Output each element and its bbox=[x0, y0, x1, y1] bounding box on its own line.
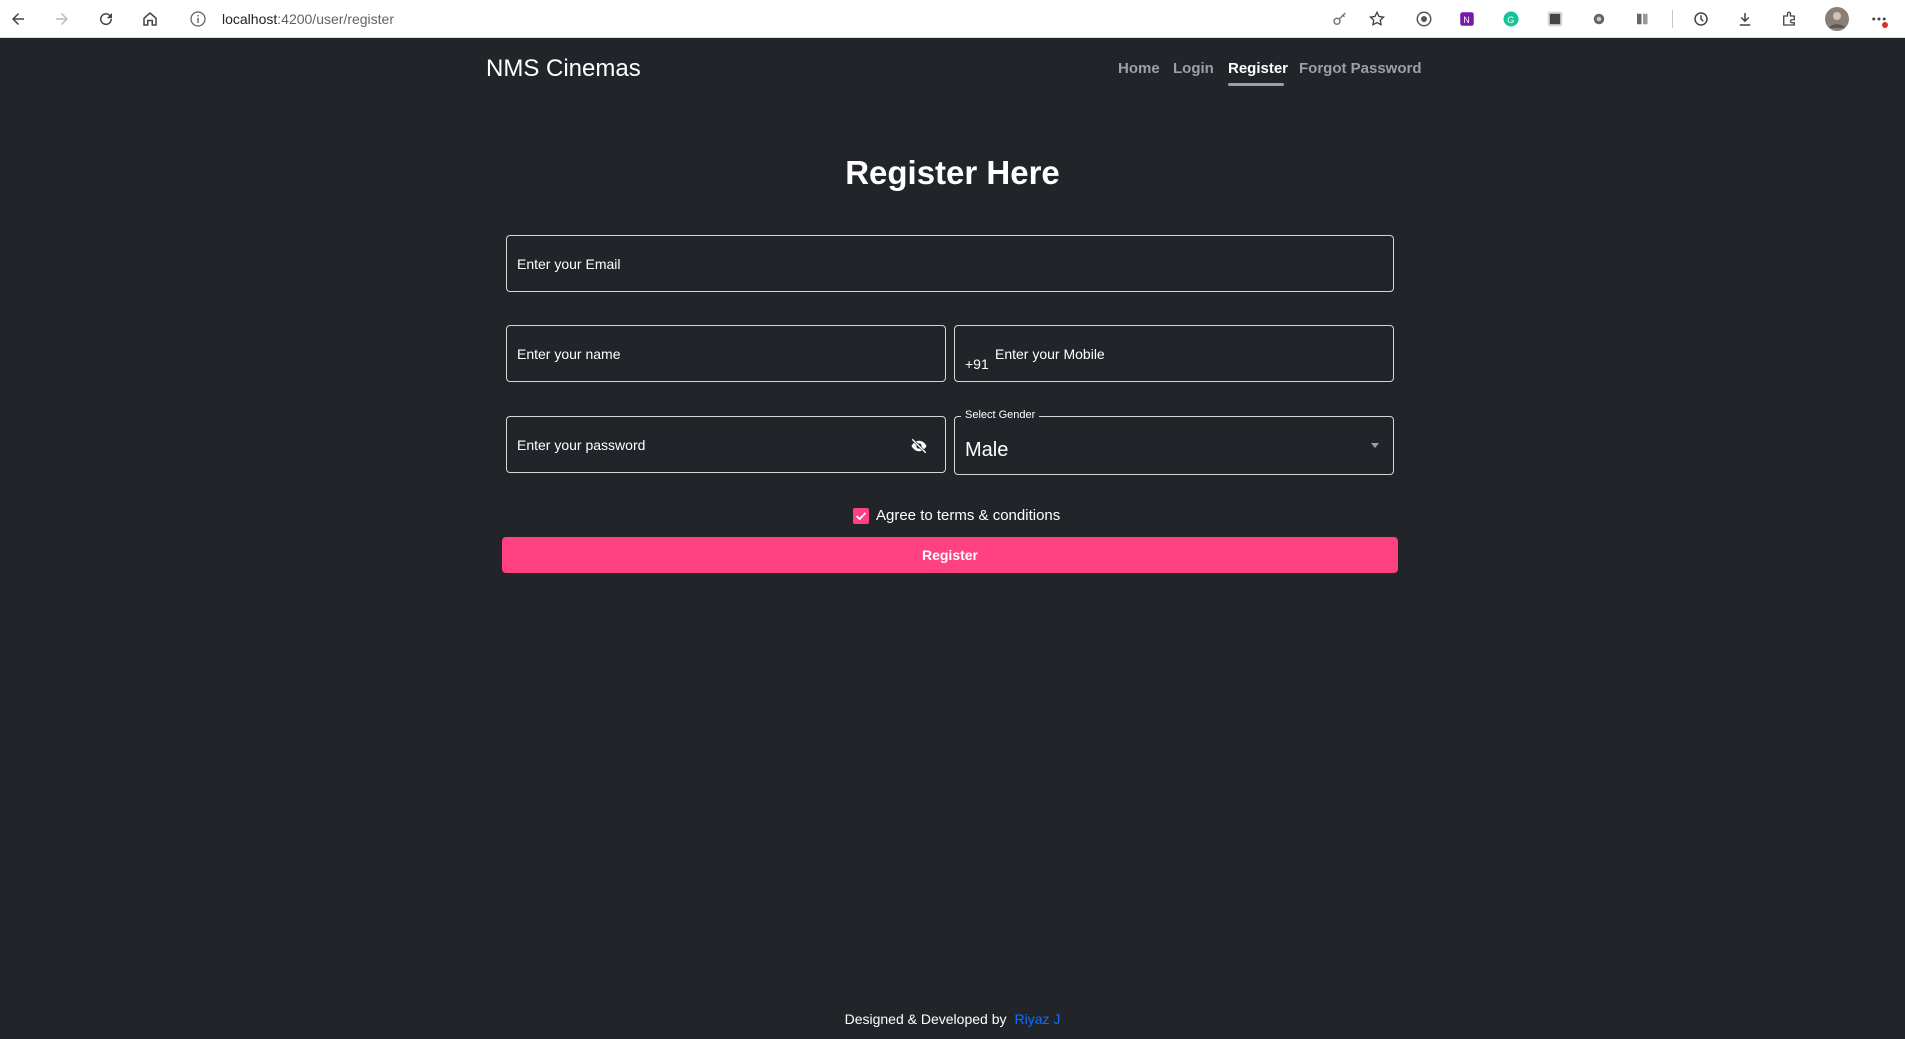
nav-home[interactable]: Home bbox=[1118, 60, 1160, 77]
more-menu-icon[interactable] bbox=[1868, 8, 1890, 30]
page-title: Register Here bbox=[845, 154, 1060, 191]
extensions-puzzle-icon[interactable] bbox=[1778, 8, 1800, 30]
terms-label[interactable]: Agree to terms & conditions bbox=[876, 507, 1060, 524]
svg-text:G: G bbox=[1507, 15, 1514, 25]
url-text: localhost:4200/user/register bbox=[222, 11, 394, 27]
history-icon[interactable] bbox=[1690, 8, 1712, 30]
terms-checkbox[interactable] bbox=[853, 508, 869, 524]
forward-icon[interactable] bbox=[49, 6, 75, 32]
nav-active-indicator bbox=[1228, 83, 1284, 86]
nav-login[interactable]: Login bbox=[1173, 60, 1214, 77]
password-key-icon[interactable] bbox=[1329, 8, 1351, 30]
browser-toolbar: localhost:4200/user/register N G bbox=[0, 0, 1905, 38]
site-info-icon[interactable] bbox=[190, 11, 206, 27]
mobile-input[interactable] bbox=[955, 326, 1393, 381]
reload-icon[interactable] bbox=[93, 6, 119, 32]
onenote-icon[interactable]: N bbox=[1456, 8, 1478, 30]
extension-badge-icon[interactable] bbox=[1632, 8, 1654, 30]
selenium-icon[interactable] bbox=[1544, 8, 1566, 30]
toolbar-divider bbox=[1672, 10, 1673, 28]
back-icon[interactable] bbox=[5, 6, 31, 32]
gender-label: Select Gender bbox=[961, 409, 1040, 421]
name-field-wrapper bbox=[506, 325, 946, 382]
email-input[interactable] bbox=[507, 236, 1393, 291]
gender-select[interactable]: Select Gender Male bbox=[954, 409, 1394, 475]
register-button[interactable]: Register bbox=[502, 537, 1398, 573]
author-link[interactable]: Riyaz J bbox=[1014, 1011, 1060, 1027]
password-field-wrapper bbox=[506, 416, 946, 473]
footer-text: Designed & Developed by bbox=[844, 1011, 1007, 1027]
address-bar[interactable]: localhost:4200/user/register bbox=[178, 4, 1398, 34]
footer: Designed & Developed by Riyaz J bbox=[0, 1011, 1905, 1027]
visibility-off-icon[interactable] bbox=[909, 437, 929, 455]
password-input[interactable] bbox=[507, 417, 945, 472]
download-icon[interactable] bbox=[1734, 8, 1756, 30]
nav-forgot-password[interactable]: Forgot Password bbox=[1299, 60, 1422, 77]
extension-dot-icon[interactable] bbox=[1588, 8, 1610, 30]
grammarly-icon[interactable]: G bbox=[1500, 8, 1522, 30]
brand-title[interactable]: NMS Cinemas bbox=[486, 55, 641, 83]
name-input[interactable] bbox=[507, 326, 945, 381]
checkmark-icon bbox=[856, 512, 867, 521]
svg-text:N: N bbox=[1463, 15, 1470, 25]
nav-register[interactable]: Register bbox=[1228, 60, 1288, 77]
mobile-field-wrapper: +91 bbox=[954, 325, 1394, 382]
email-field-wrapper bbox=[506, 235, 1394, 292]
profile-avatar[interactable] bbox=[1824, 6, 1850, 32]
gender-value: Male bbox=[965, 439, 1009, 461]
chevron-down-icon bbox=[1371, 443, 1379, 448]
extension-circle-icon[interactable] bbox=[1413, 8, 1435, 30]
bookmark-star-icon[interactable] bbox=[1366, 8, 1388, 30]
home-icon[interactable] bbox=[137, 6, 163, 32]
